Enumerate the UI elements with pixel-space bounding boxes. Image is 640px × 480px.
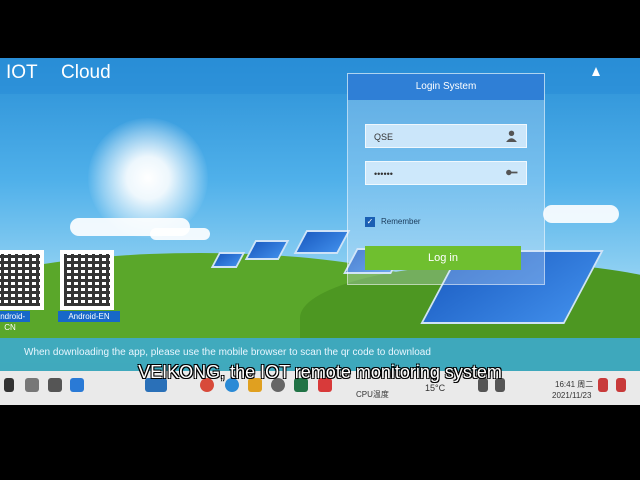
- key-icon: [506, 169, 518, 176]
- username-input[interactable]: [372, 128, 496, 145]
- cloud-graphic: [150, 228, 210, 240]
- mouse-cursor-icon: [592, 67, 600, 76]
- username-field[interactable]: [365, 124, 527, 148]
- app-screen: IOT Cloud Android-CN Android-EN Login Sy…: [0, 58, 640, 405]
- solar-panel-graphic: [293, 230, 351, 254]
- qr-label-android-en: Android-EN: [58, 311, 120, 322]
- qr-code-android-cn: [0, 250, 44, 310]
- user-icon: [506, 130, 517, 142]
- qr-label-android-cn: Android-CN: [0, 311, 30, 332]
- download-info-text: When downloading the app, please use the…: [24, 347, 431, 358]
- cpu-temp-label: CPU温度: [356, 390, 389, 399]
- clock-date[interactable]: 2021/11/23: [552, 391, 591, 400]
- remember-label: Remember: [381, 217, 421, 226]
- video-caption: VEIKONG, the IOT remote monitoring syste…: [138, 362, 502, 382]
- login-panel: Login System ✓ Remember Log in: [347, 73, 545, 285]
- brand-iot: IOT: [6, 62, 38, 83]
- password-input[interactable]: [372, 165, 496, 182]
- cloud-graphic: [543, 205, 619, 223]
- password-field[interactable]: [365, 161, 527, 185]
- qr-pattern: [64, 254, 110, 306]
- remember-checkbox[interactable]: ✓: [365, 217, 375, 227]
- temperature-readout: 15°C: [425, 383, 446, 393]
- qr-code-android-en: [60, 250, 114, 310]
- login-button[interactable]: Log in: [365, 246, 521, 270]
- brand-cloud: Cloud: [61, 62, 111, 83]
- qr-pattern: [0, 254, 40, 306]
- login-title: Login System: [348, 74, 544, 100]
